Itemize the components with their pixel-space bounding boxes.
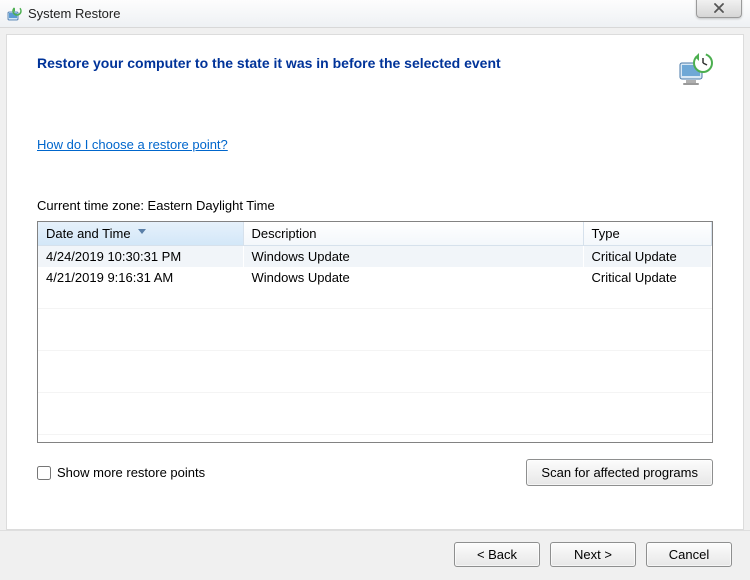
next-button[interactable]: Next > xyxy=(550,542,636,567)
app-icon xyxy=(6,6,22,22)
cell-date: 4/21/2019 9:16:31 AM xyxy=(38,267,243,288)
show-more-checkbox[interactable] xyxy=(37,466,51,480)
restore-points-table[interactable]: Date and Time Description Type 4/24/2019… xyxy=(37,221,713,443)
titlebar: System Restore xyxy=(0,0,750,28)
show-more-checkbox-wrap[interactable]: Show more restore points xyxy=(37,465,205,480)
column-header-type[interactable]: Type xyxy=(583,222,712,246)
header-row: Restore your computer to the state it wa… xyxy=(37,53,713,87)
page-heading: Restore your computer to the state it wa… xyxy=(37,55,501,71)
column-header-date[interactable]: Date and Time xyxy=(38,222,243,246)
window-title: System Restore xyxy=(28,6,120,21)
cell-description: Windows Update xyxy=(243,246,583,267)
cancel-button[interactable]: Cancel xyxy=(646,542,732,567)
content-panel: Restore your computer to the state it wa… xyxy=(6,34,744,530)
column-header-description[interactable]: Description xyxy=(243,222,583,246)
footer-bar: < Back Next > Cancel xyxy=(0,530,750,578)
table-row[interactable]: 4/21/2019 9:16:31 AM Windows Update Crit… xyxy=(38,267,712,288)
show-more-label[interactable]: Show more restore points xyxy=(57,465,205,480)
back-button[interactable]: < Back xyxy=(454,542,540,567)
cell-type: Critical Update xyxy=(583,267,712,288)
table-row[interactable]: 4/24/2019 10:30:31 PM Windows Update Cri… xyxy=(38,246,712,267)
help-link[interactable]: How do I choose a restore point? xyxy=(37,137,228,152)
cell-date: 4/24/2019 10:30:31 PM xyxy=(38,246,243,267)
close-button[interactable] xyxy=(696,0,742,18)
options-row: Show more restore points Scan for affect… xyxy=(37,459,713,486)
timezone-label: Current time zone: Eastern Daylight Time xyxy=(37,198,713,213)
close-icon xyxy=(713,3,725,13)
scan-button[interactable]: Scan for affected programs xyxy=(526,459,713,486)
restore-icon xyxy=(677,53,713,87)
cell-type: Critical Update xyxy=(583,246,712,267)
cell-description: Windows Update xyxy=(243,267,583,288)
